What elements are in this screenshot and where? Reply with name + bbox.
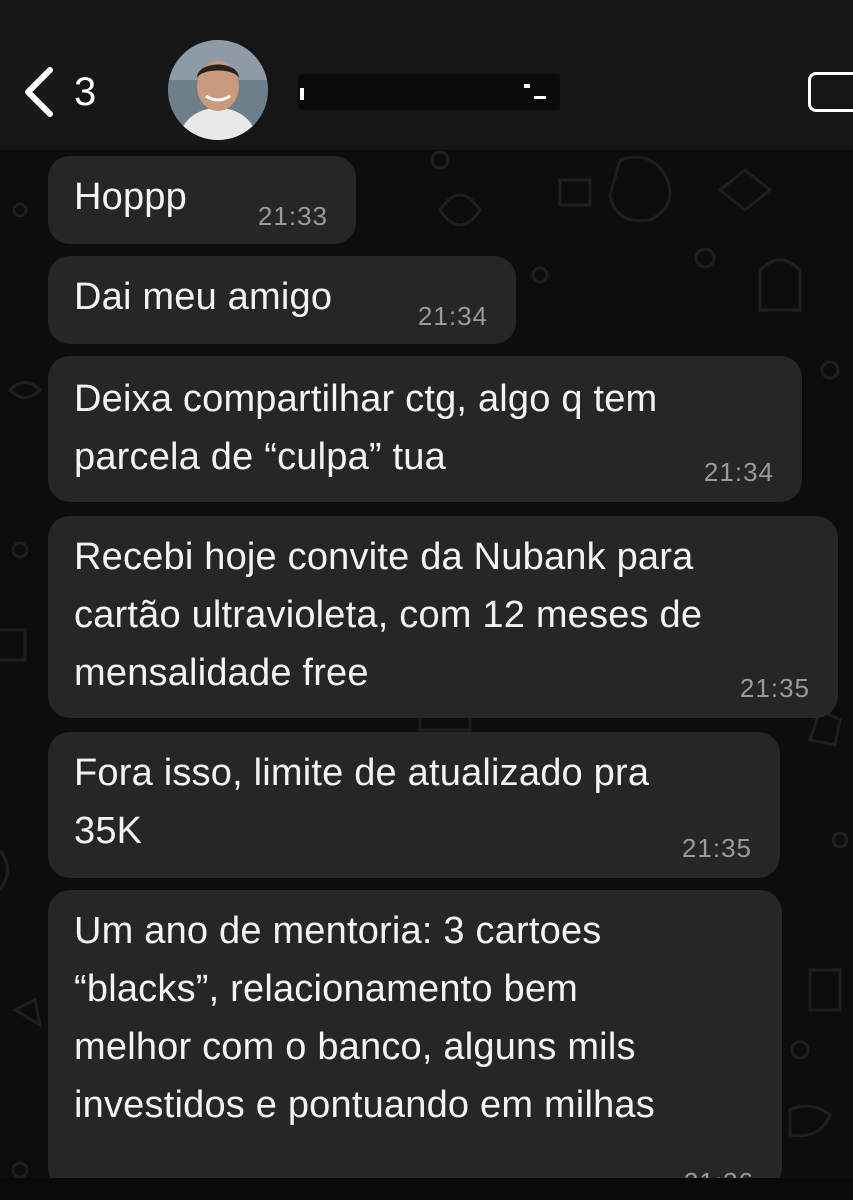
message-text: Recebi hoje convite da Nubank para cartã… bbox=[74, 536, 703, 694]
chat-header: 3 bbox=[0, 0, 853, 150]
message-bubble[interactable]: Dai meu amigo 21:34 bbox=[48, 256, 516, 344]
message-time: 21:35 bbox=[681, 833, 752, 863]
chat-screen: 3 Hoppp 21:33 Dai meu amigo 21:34 Deixa … bbox=[0, 0, 853, 1200]
contact-name[interactable] bbox=[298, 74, 560, 110]
redaction-speck bbox=[524, 84, 530, 88]
avatar-photo bbox=[168, 40, 268, 140]
message-bubble[interactable]: Hoppp 21:33 bbox=[48, 156, 356, 244]
redaction-speck bbox=[300, 88, 304, 100]
message-bubble[interactable]: Um ano de mentoria: 3 cartoes “blacks”, … bbox=[48, 890, 782, 1197]
video-call-button[interactable] bbox=[808, 72, 853, 112]
message-text: Hoppp bbox=[74, 176, 187, 218]
message-time: 21:34 bbox=[703, 457, 774, 487]
message-time: 21:35 bbox=[739, 673, 810, 703]
message-text: Fora isso, limite de atualizado pra 35K bbox=[74, 752, 650, 852]
chevron-left-icon bbox=[25, 67, 53, 117]
unread-count: 3 bbox=[74, 70, 97, 114]
message-bubble[interactable]: Recebi hoje convite da Nubank para cartã… bbox=[48, 516, 838, 718]
message-text: Um ano de mentoria: 3 cartoes “blacks”, … bbox=[74, 910, 655, 1126]
message-bubble[interactable]: Fora isso, limite de atualizado pra 35K … bbox=[48, 732, 780, 878]
message-time: 21:34 bbox=[417, 301, 488, 331]
message-text: Deixa compartilhar ctg, algo q tem parce… bbox=[74, 378, 658, 478]
message-text: Dai meu amigo bbox=[74, 276, 333, 318]
avatar[interactable] bbox=[168, 40, 268, 140]
back-button[interactable]: 3 bbox=[20, 62, 120, 122]
redaction-speck bbox=[534, 96, 546, 99]
message-bubble[interactable]: Deixa compartilhar ctg, algo q tem parce… bbox=[48, 356, 802, 502]
message-time: 21:33 bbox=[257, 201, 328, 231]
bottom-edge bbox=[0, 1178, 853, 1200]
chat-area[interactable]: Hoppp 21:33 Dai meu amigo 21:34 Deixa co… bbox=[0, 150, 853, 1200]
